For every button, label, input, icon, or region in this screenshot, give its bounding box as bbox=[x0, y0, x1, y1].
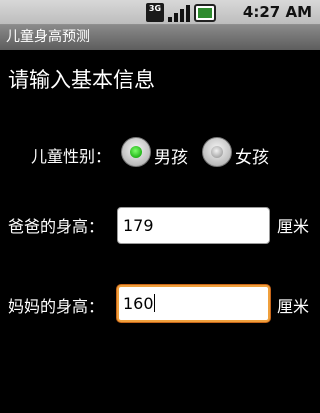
gender-label: 儿童性别： bbox=[31, 147, 112, 166]
signal-icon bbox=[168, 3, 190, 22]
mother-height-label: 妈妈的身高： bbox=[8, 297, 105, 316]
radio-female[interactable] bbox=[202, 137, 232, 167]
mother-height-input[interactable]: 160 bbox=[117, 285, 270, 322]
father-height-unit: 厘米 bbox=[277, 217, 310, 236]
radio-unselected-indicator bbox=[211, 146, 223, 158]
battery-icon bbox=[194, 3, 216, 22]
radio-selected-indicator bbox=[130, 146, 142, 158]
status-bar: 3G 4:27 AM bbox=[0, 0, 320, 25]
form-heading: 请输入基本信息 bbox=[8, 68, 155, 92]
mother-height-unit: 厘米 bbox=[277, 297, 310, 316]
radio-female-label[interactable]: 女孩 bbox=[235, 143, 269, 168]
status-time: 4:27 AM bbox=[242, 3, 312, 21]
app-title-bar: 儿童身高预测 bbox=[0, 25, 320, 50]
father-height-label: 爸爸的身高： bbox=[8, 217, 105, 236]
radio-male[interactable] bbox=[121, 137, 151, 167]
text-cursor bbox=[153, 294, 155, 312]
father-height-input[interactable]: 179 bbox=[117, 207, 270, 244]
radio-male-label[interactable]: 男孩 bbox=[154, 143, 188, 168]
mother-height-value: 160 bbox=[123, 294, 154, 313]
app-title: 儿童身高预测 bbox=[6, 29, 90, 45]
3g-icon: 3G bbox=[146, 3, 164, 22]
status-icons: 3G bbox=[146, 3, 216, 22]
father-height-value: 179 bbox=[123, 216, 154, 235]
